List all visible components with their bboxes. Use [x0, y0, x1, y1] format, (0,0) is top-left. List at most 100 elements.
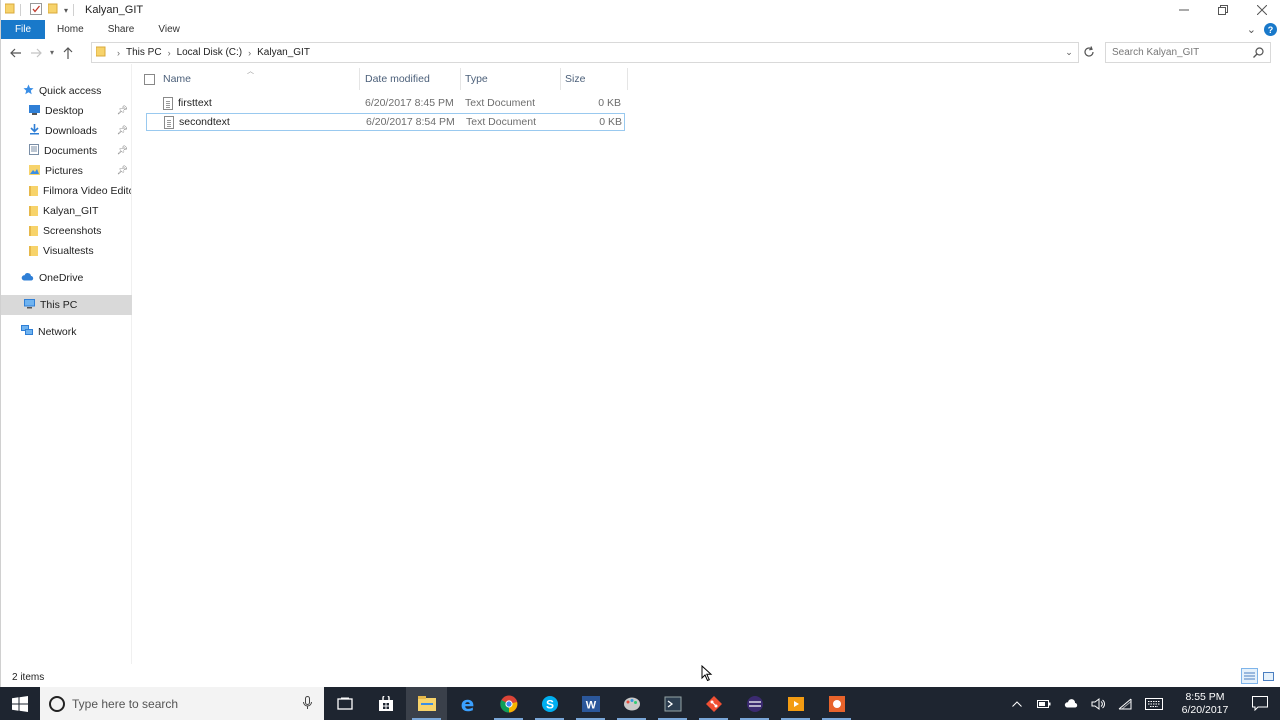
- nav-label: Screenshots: [43, 225, 102, 237]
- taskbar-search[interactable]: [40, 687, 324, 720]
- refresh-icon[interactable]: [1080, 43, 1098, 61]
- nav-label: Visualtests: [43, 245, 94, 257]
- wifi-icon[interactable]: [1111, 687, 1138, 720]
- windows-logo-icon: [12, 695, 28, 712]
- word-app-icon[interactable]: W: [570, 687, 611, 720]
- large-icons-view-button[interactable]: [1260, 668, 1277, 684]
- tab-file[interactable]: File: [1, 20, 45, 39]
- expand-ribbon-icon[interactable]: ⌄: [1247, 23, 1256, 36]
- chrome-browser-icon[interactable]: [488, 687, 529, 720]
- media-player-icon[interactable]: [775, 687, 816, 720]
- battery-icon[interactable]: [1030, 687, 1057, 720]
- back-button[interactable]: [6, 43, 26, 63]
- file-date: 6/20/2017 8:54 PM: [366, 116, 455, 128]
- clock[interactable]: 8:55 PM 6/20/2017: [1170, 691, 1240, 717]
- chevron-right-icon[interactable]: ›: [245, 48, 254, 58]
- nav-pictures[interactable]: Pictures 📌︎: [1, 161, 132, 181]
- breadcrumb-local-disk[interactable]: Local Disk (C:): [174, 47, 246, 58]
- start-button[interactable]: [0, 687, 40, 720]
- column-size[interactable]: Size: [561, 68, 628, 90]
- nav-downloads[interactable]: Downloads 📌︎: [1, 121, 132, 141]
- column-date-modified[interactable]: Date modified: [361, 68, 461, 90]
- paint-app-icon[interactable]: [611, 687, 652, 720]
- network-icon: [21, 325, 33, 339]
- nav-screenshots[interactable]: Screenshots: [1, 221, 132, 241]
- clock-date: 6/20/2017: [1181, 703, 1229, 716]
- forward-button[interactable]: [26, 43, 46, 63]
- pin-icon[interactable]: 📌︎: [117, 165, 128, 176]
- store-app-icon[interactable]: [365, 687, 406, 720]
- file-size: 0 KB: [598, 97, 621, 109]
- search-box[interactable]: [1105, 42, 1271, 63]
- action-center-icon[interactable]: [1240, 687, 1280, 720]
- chevron-down-icon[interactable]: ⌄: [1062, 45, 1076, 59]
- cortana-icon: [49, 695, 65, 712]
- taskbar-search-input[interactable]: [72, 696, 292, 711]
- star-icon: [23, 84, 34, 98]
- taskbar: e S W: [0, 687, 1280, 720]
- restore-button[interactable]: [1203, 0, 1242, 20]
- terminal-app-icon[interactable]: [652, 687, 693, 720]
- column-name[interactable]: Name: [141, 68, 360, 90]
- close-button[interactable]: [1242, 0, 1280, 20]
- ribbon-tabs: File Home Share View ⌄ ?: [1, 20, 1280, 39]
- eclipse-app-icon[interactable]: [734, 687, 775, 720]
- minimize-button[interactable]: [1164, 0, 1203, 20]
- onedrive-cloud-icon[interactable]: [1057, 687, 1084, 720]
- file-name: firsttext: [178, 97, 212, 109]
- pin-icon[interactable]: 📌︎: [117, 145, 128, 156]
- breadcrumb-this-pc[interactable]: This PC: [123, 47, 165, 58]
- file-name: secondtext: [179, 116, 230, 128]
- task-view-button[interactable]: [324, 687, 365, 720]
- svg-text:W: W: [585, 699, 596, 711]
- cloud-icon: [21, 272, 34, 284]
- file-row-firsttext[interactable]: firsttext 6/20/2017 8:45 PM Text Documen…: [146, 95, 625, 113]
- search-input[interactable]: [1112, 47, 1252, 58]
- edge-browser-icon[interactable]: e: [447, 687, 488, 720]
- tab-view[interactable]: View: [146, 20, 192, 39]
- help-icon[interactable]: ?: [1264, 23, 1277, 36]
- new-folder-icon[interactable]: [47, 3, 58, 17]
- nav-quick-access[interactable]: Quick access: [1, 81, 132, 101]
- chevron-right-icon[interactable]: ›: [114, 48, 123, 58]
- skype-app-icon[interactable]: S: [529, 687, 570, 720]
- up-button[interactable]: [58, 43, 78, 63]
- details-view-button[interactable]: [1241, 668, 1258, 684]
- address-bar[interactable]: › This PC › Local Disk (C:) › Kalyan_GIT…: [91, 42, 1079, 63]
- nav-visualtests[interactable]: Visualtests: [1, 241, 132, 261]
- file-explorer-app-icon[interactable]: [406, 687, 447, 720]
- microphone-icon[interactable]: [303, 696, 312, 713]
- nav-documents[interactable]: Documents 📌︎: [1, 141, 132, 161]
- tab-share[interactable]: Share: [96, 20, 147, 39]
- folder-icon: [4, 3, 15, 17]
- nav-desktop[interactable]: Desktop 📌︎: [1, 101, 132, 121]
- nav-kalyan-git[interactable]: Kalyan_GIT: [1, 201, 132, 221]
- chevron-right-icon[interactable]: ›: [165, 48, 174, 58]
- keyboard-icon[interactable]: [1138, 687, 1170, 720]
- recorder-app-icon[interactable]: [816, 687, 857, 720]
- properties-icon[interactable]: [30, 2, 42, 18]
- chevron-up-icon[interactable]: [1003, 687, 1030, 720]
- title-bar: ▾ Kalyan_GIT: [1, 0, 1280, 20]
- computer-icon: [24, 298, 35, 312]
- git-app-icon[interactable]: [693, 687, 734, 720]
- nav-this-pc[interactable]: This PC: [1, 295, 132, 315]
- customize-quick-access-icon[interactable]: ▾: [64, 6, 68, 15]
- nav-onedrive[interactable]: OneDrive: [1, 268, 132, 288]
- nav-filmora[interactable]: Filmora Video Edito: [1, 181, 132, 201]
- column-type[interactable]: Type: [461, 68, 561, 90]
- pin-icon[interactable]: 📌︎: [117, 125, 128, 136]
- search-icon[interactable]: [1253, 47, 1264, 61]
- tab-home[interactable]: Home: [45, 20, 96, 39]
- file-list: ︿ Name Date modified Type Size firsttext…: [141, 64, 1271, 664]
- nav-network[interactable]: Network: [1, 322, 132, 342]
- breadcrumb-kalyan-git[interactable]: Kalyan_GIT: [254, 47, 313, 58]
- file-row-secondtext[interactable]: secondtext 6/20/2017 8:54 PM Text Docume…: [146, 113, 625, 131]
- column-headers: ︿ Name Date modified Type Size: [141, 68, 631, 90]
- volume-icon[interactable]: [1084, 687, 1111, 720]
- file-type: Text Document: [466, 116, 537, 128]
- recent-locations-button[interactable]: ▾: [46, 43, 58, 63]
- select-all-checkbox[interactable]: [144, 73, 155, 85]
- svg-text:S: S: [545, 697, 553, 711]
- pin-icon[interactable]: 📌︎: [117, 105, 128, 116]
